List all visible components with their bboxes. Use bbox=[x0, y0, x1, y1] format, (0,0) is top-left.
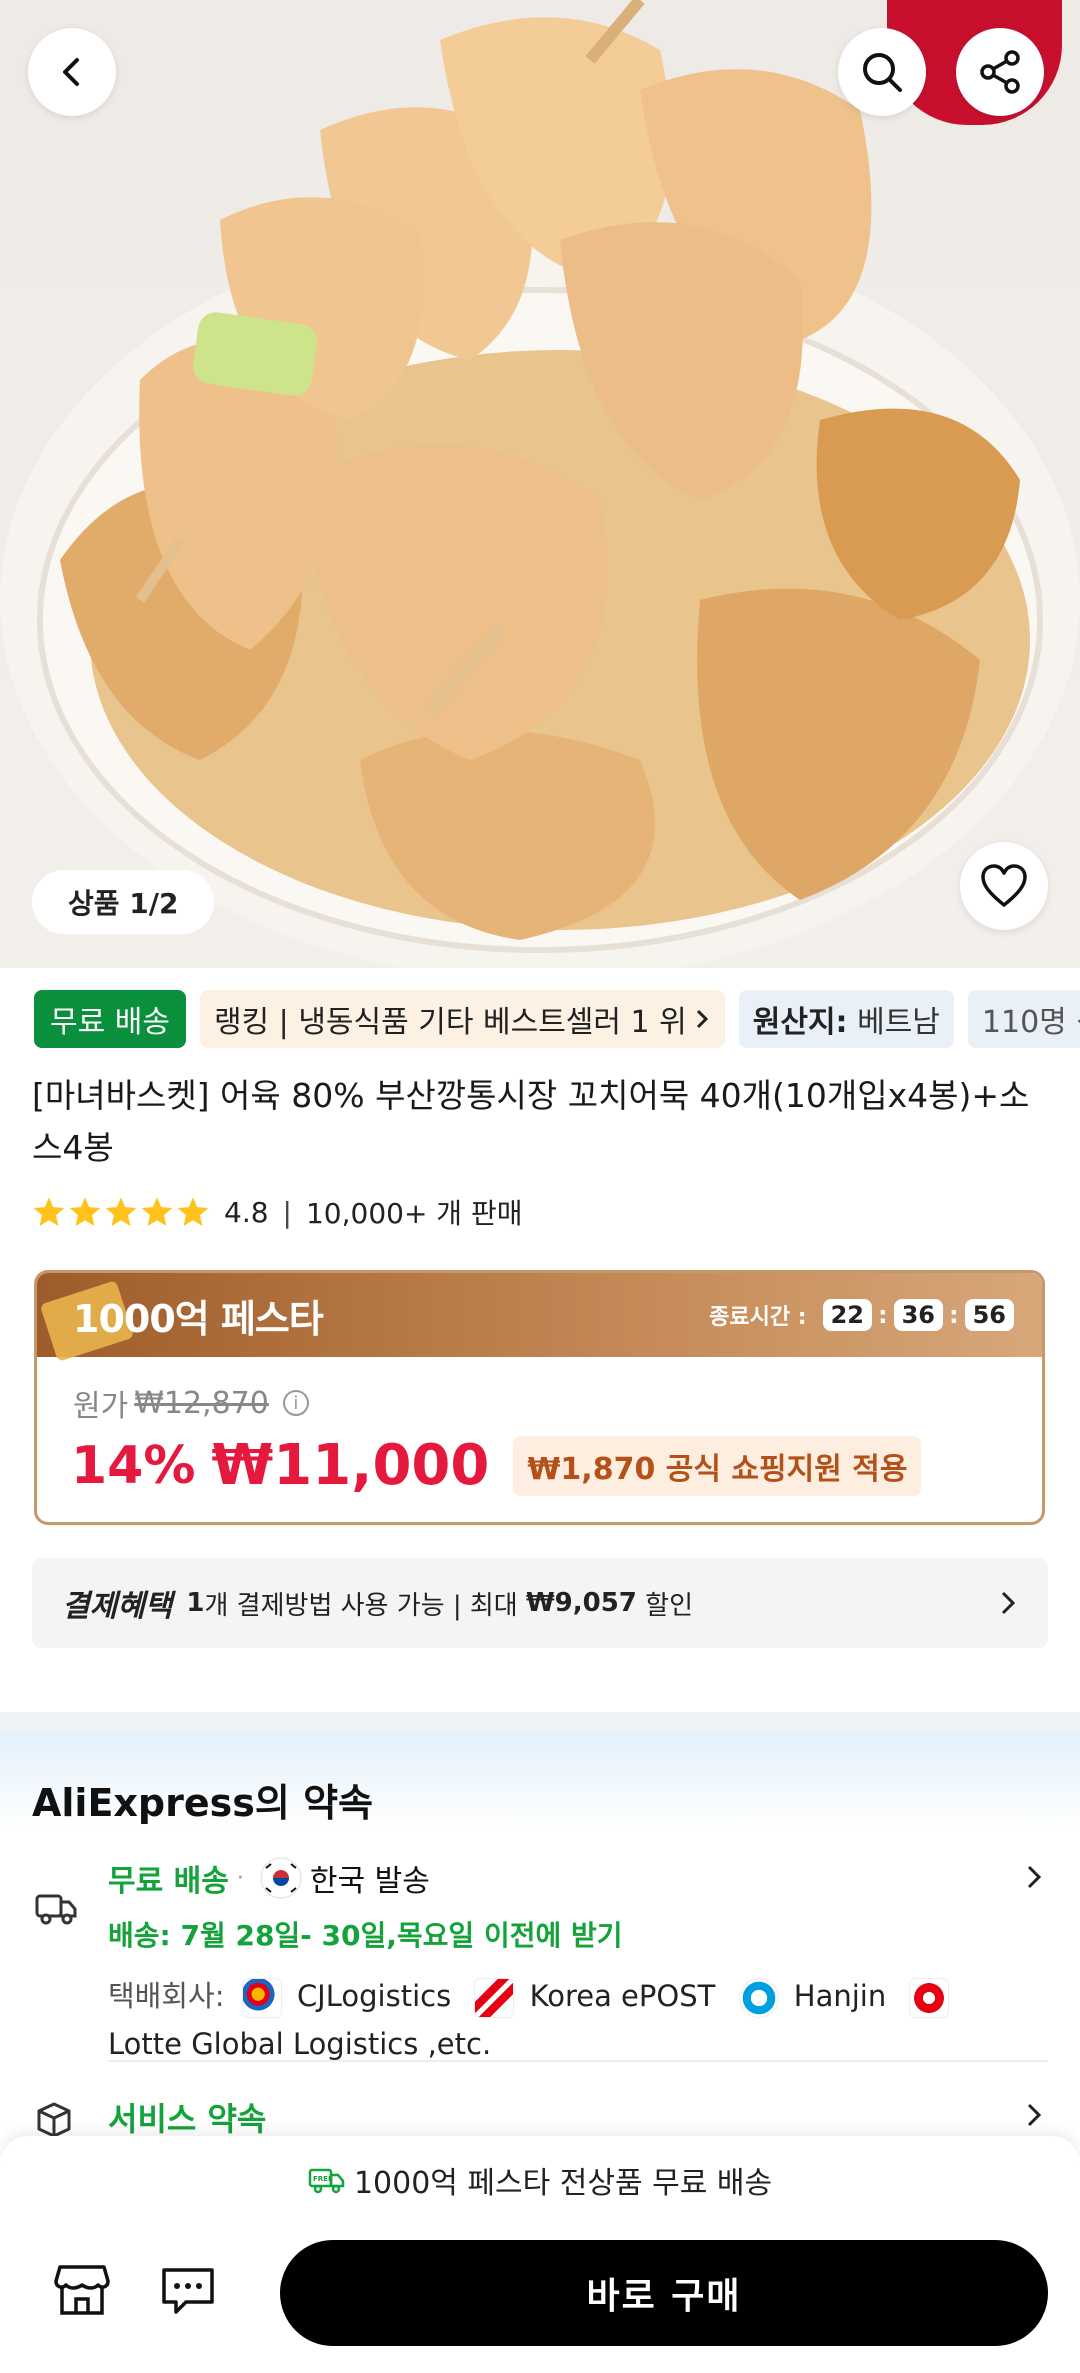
separator-dot: · bbox=[236, 1865, 244, 1891]
free-shipping-tag: 무료 배송 bbox=[34, 990, 186, 1048]
wishlist-button[interactable] bbox=[960, 842, 1048, 930]
payment-max-discount: ₩9,057 bbox=[525, 1588, 637, 1618]
product-title: [마녀바스켓] 어육 80% 부산깡통시장 꼬치어묵 40개(10개입x4봉)+… bbox=[32, 1076, 1030, 1167]
chevron-right-icon[interactable] bbox=[1024, 2100, 1044, 2130]
star-icon bbox=[69, 1197, 101, 1227]
original-price: ₩12,870 bbox=[134, 1385, 269, 1421]
chevron-left-icon bbox=[63, 58, 79, 86]
shopping-subsidy-badge: ₩1,870 공식 쇼핑지원 적용 bbox=[513, 1435, 922, 1496]
free-delivery-truck-icon: FREE bbox=[308, 2168, 345, 2194]
chevron-right-icon[interactable] bbox=[1024, 1862, 1044, 1892]
viewer-count-tag: 110명 상 bbox=[967, 990, 1080, 1048]
share-button[interactable] bbox=[956, 28, 1044, 116]
delivery-estimate: 배송: 7월 28일- 30일,목요일 이전에 받기 bbox=[108, 1919, 623, 1952]
chat-icon bbox=[162, 2268, 214, 2314]
promise-title: AliExpress의 약속 bbox=[32, 1781, 373, 1825]
chevron-right-icon bbox=[1001, 1591, 1016, 1615]
payment-benefit-tail: 할인 bbox=[636, 1590, 693, 1621]
store-button[interactable] bbox=[52, 2260, 112, 2320]
original-price-label: 원가 bbox=[73, 1389, 129, 1424]
free-shipping-notice-text: 1000억 페스타 전상품 무료 배송 bbox=[353, 2166, 773, 2201]
tag-row: 무료 배송 랭킹 | 냉동식품 기타 베스트셀러 1 위 원산지: 베트남 11… bbox=[34, 990, 1080, 1048]
star-icon bbox=[177, 1197, 209, 1227]
courier-name: CJLogistics bbox=[296, 1979, 452, 2013]
product-image bbox=[0, 0, 1080, 968]
ranking-tag-label: 랭킹 | 냉동식품 기타 베스트셀러 1 위 bbox=[213, 1005, 687, 1040]
timer-hours: 22 bbox=[822, 1299, 872, 1331]
lotte-logo-icon bbox=[909, 1978, 950, 2018]
shipping-summary[interactable]: 무료 배송 · 한국 발송 bbox=[108, 1856, 430, 1900]
back-button[interactable] bbox=[28, 28, 116, 116]
search-icon bbox=[863, 53, 902, 92]
festa-title: 1000억 페스타 bbox=[73, 1296, 324, 1341]
image-counter: 상품 1/2 bbox=[32, 870, 215, 934]
cj-logo-icon bbox=[241, 1978, 282, 2018]
origin-value: 베트남 bbox=[857, 1005, 940, 1040]
timer-seconds: 56 bbox=[964, 1299, 1014, 1331]
rating-value: 4.8 bbox=[224, 1195, 269, 1229]
free-shipping-notice: FREE 1000억 페스타 전상품 무료 배송 bbox=[0, 2158, 1080, 2202]
original-price-row: 원가 ₩12,870 i bbox=[73, 1381, 309, 1425]
heart-icon bbox=[981, 864, 1027, 907]
product-image-carousel[interactable]: 상품 1/2 bbox=[0, 0, 1080, 968]
rating-row[interactable]: 4.8 | 10,000+ 개 판매 bbox=[32, 1192, 522, 1232]
hanjin-logo-icon bbox=[738, 1978, 779, 2018]
origin-tag: 원산지: 베트남 bbox=[738, 990, 954, 1048]
section-divider bbox=[0, 1712, 1080, 1734]
info-icon[interactable]: i bbox=[282, 1390, 309, 1416]
countdown-timer: 종료시간 : 22 : 36 : 56 bbox=[709, 1299, 1014, 1331]
buy-now-button[interactable]: 바로 구매 bbox=[280, 2240, 1048, 2346]
courier-name: Korea ePOST bbox=[529, 1979, 716, 2013]
courier-more: Lotte Global Logistics ,etc. bbox=[108, 2027, 492, 2061]
courier-list: 택배회사: CJLogistics Korea ePOST Hanjin Lot… bbox=[108, 1972, 1008, 2068]
star-icon bbox=[141, 1197, 173, 1227]
courier-label: 택배회사: bbox=[108, 1979, 225, 2013]
festa-price-card: 1000억 페스타 종료시간 : 22 : 36 : 56 원가 ₩12,870… bbox=[34, 1270, 1045, 1525]
dispatch-origin: 한국 발송 bbox=[309, 1864, 430, 1899]
share-icon bbox=[980, 50, 1020, 94]
divider: | bbox=[282, 1195, 292, 1229]
festa-header: 1000억 페스타 종료시간 : 22 : 36 : 56 bbox=[37, 1273, 1042, 1362]
search-button[interactable] bbox=[838, 28, 926, 116]
payment-benefit-text: 개 결제방법 사용 가능 | 최대 bbox=[204, 1590, 526, 1621]
bottom-action-bar: FREE 1000억 페스타 전상품 무료 배송 바로 구매 bbox=[0, 2136, 1080, 2373]
discount-percent: 14% bbox=[71, 1435, 196, 1496]
korea-post-logo-icon bbox=[474, 1978, 515, 2018]
star-icon bbox=[105, 1197, 137, 1227]
timer-label: 종료시간 : bbox=[709, 1305, 807, 1330]
svg-text:FREE: FREE bbox=[313, 2175, 333, 2183]
timer-minutes: 36 bbox=[893, 1299, 943, 1331]
star-icon bbox=[33, 1197, 65, 1227]
ranking-tag[interactable]: 랭킹 | 냉동식품 기타 베스트셀러 1 위 bbox=[199, 990, 725, 1048]
payment-method-count: 1 bbox=[186, 1588, 205, 1618]
payment-benefit-row[interactable]: 결제혜택 1 개 결제방법 사용 가능 | 최대 ₩9,057 할인 bbox=[32, 1558, 1048, 1648]
timer-colon: : bbox=[948, 1301, 959, 1329]
price-row: 14% ₩11,000 ₩1,870 공식 쇼핑지원 적용 bbox=[71, 1433, 922, 1498]
free-shipping-label: 무료 배송 bbox=[108, 1864, 229, 1899]
delivery-truck-icon bbox=[35, 1894, 77, 1925]
origin-label: 원산지: bbox=[752, 1005, 848, 1040]
korea-flag-icon bbox=[260, 1857, 302, 1899]
payment-benefit-label: 결제혜택 bbox=[62, 1589, 173, 1624]
star-rating bbox=[32, 1196, 210, 1228]
sale-price: ₩11,000 bbox=[211, 1433, 490, 1498]
sales-count: 10,000+ 개 판매 bbox=[305, 1197, 523, 1230]
chevron-right-icon bbox=[696, 1009, 708, 1029]
store-icon bbox=[54, 2265, 110, 2315]
service-promise-label[interactable]: 서비스 약속 bbox=[108, 2094, 266, 2140]
divider bbox=[108, 2060, 1048, 2062]
timer-colon: : bbox=[877, 1301, 888, 1329]
courier-name: Hanjin bbox=[793, 1979, 887, 2013]
aliexpress-promise-section: AliExpress의 약속 무료 배송 · 한국 발송 배송: 7월 28일-… bbox=[0, 1734, 1080, 2164]
box-icon bbox=[37, 2102, 71, 2138]
chat-button[interactable] bbox=[158, 2260, 218, 2320]
